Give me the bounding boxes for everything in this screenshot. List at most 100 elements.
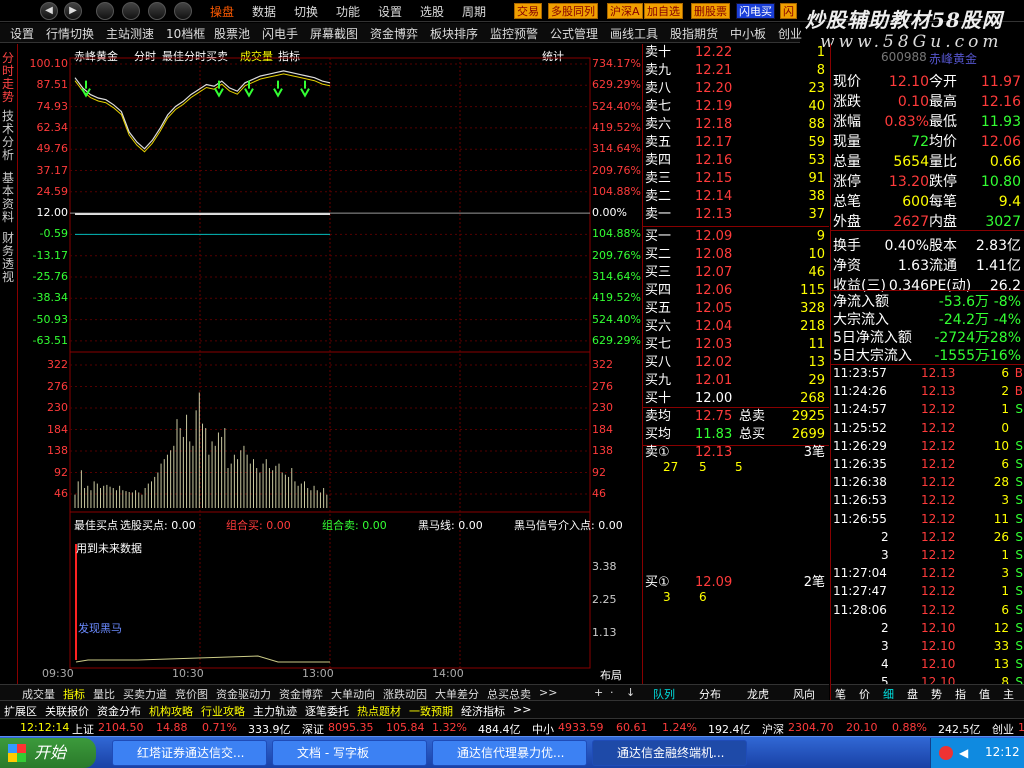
toolbar-sme-board[interactable]: 中小板	[730, 25, 766, 42]
toolbar-draw-tools[interactable]: 画线工具	[610, 25, 658, 42]
tick-volume: 6	[1001, 602, 1009, 617]
summary-label: 卖均	[645, 409, 672, 424]
quick-multi-button[interactable]: 多股同列	[548, 3, 598, 19]
sell-level-row: 卖六 12.18 88	[643, 116, 829, 134]
orderbook-volume: 38	[808, 189, 825, 204]
tick-price: 12.12	[921, 402, 956, 417]
task-wordpad[interactable]: 文档 - 写字板	[272, 740, 427, 766]
quick-hs-a-button[interactable]: 沪深A	[607, 3, 643, 19]
quote-value: 0.10	[897, 94, 929, 110]
menu-circle-1[interactable]	[96, 2, 114, 20]
price-tick-right: 0.00%	[592, 206, 627, 220]
back-icon[interactable]: ◀	[40, 2, 58, 20]
tick-price: 12.12	[921, 584, 956, 599]
price-tick-left: -25.76	[32, 270, 68, 283]
orderbook-volume: 29	[808, 373, 825, 388]
tab-plus[interactable]: +	[594, 686, 603, 699]
tab-intraday[interactable]: 分时走势	[2, 52, 16, 104]
tick-volume: 13	[993, 657, 1009, 672]
intraday-chart[interactable]: 赤峰黄金 分时 最佳分时买卖 成交量 指标 统计 用到未来数据 发现黑马 09:…	[18, 44, 642, 684]
quote-value: 3027	[985, 214, 1021, 230]
orderbook-price: 12.15	[695, 171, 733, 186]
index-value: 8095.35	[328, 721, 374, 734]
menu-shezhi[interactable]: 设置	[378, 3, 402, 20]
extension-tab[interactable]: 热点题材	[357, 703, 401, 719]
tick-volume: 26	[993, 529, 1009, 544]
task-label: 红塔证券通达信交...	[137, 746, 245, 760]
tick-row: 11:23:57 12.13 6 B	[831, 364, 1024, 382]
menu-gongneng[interactable]: 功能	[336, 3, 360, 20]
toolbar-settings[interactable]: 设置	[10, 25, 34, 42]
toolbar-alert[interactable]: 监控预警	[490, 25, 538, 42]
extension-tab[interactable]: 主力轨迹	[253, 703, 297, 719]
flow-pct: -16%	[984, 348, 1021, 364]
extension-tab[interactable]: 资金分布	[97, 703, 141, 719]
menu-shuju[interactable]: 数据	[252, 3, 276, 20]
price-tick-left: -38.34	[32, 291, 68, 305]
divider	[643, 226, 829, 227]
menu-circle-4[interactable]	[174, 2, 192, 20]
volume-tick-left: 46	[54, 487, 68, 500]
indicator-tab[interactable]: >>	[539, 686, 557, 699]
menu-qiehuan[interactable]: 切换	[294, 3, 318, 20]
extension-tab[interactable]: 行业攻略	[201, 703, 245, 719]
extension-tab[interactable]: 机构攻略	[149, 703, 193, 719]
tick-row: 11:26:53 12.12 3 S	[831, 491, 1024, 509]
toolbar-screenshot[interactable]: 屏幕截图	[310, 25, 358, 42]
toolbar-formula[interactable]: 公式管理	[550, 25, 598, 42]
tick-time: 11:23:57	[833, 366, 887, 380]
tab-dot[interactable]: ·	[610, 686, 614, 699]
summary-value: 11.83	[695, 427, 733, 442]
tick-side: S	[1015, 657, 1023, 672]
toolbar-fund-game[interactable]: 资金博弈	[370, 25, 418, 42]
task-tdx-terminal[interactable]: 通达信金融终端机...	[592, 740, 747, 766]
quick-trade-button[interactable]: 交易	[514, 3, 542, 19]
menu-circle-3[interactable]	[148, 2, 166, 20]
extension-tab[interactable]: 扩展区	[4, 703, 37, 719]
quick-add-favorite-button[interactable]: 加自选	[644, 3, 683, 19]
volume-icon[interactable]: ◀	[959, 746, 968, 760]
indicator-tabs: 成交量 指标 量比 买卖力道 竞价图 资金驱动力 资金博弈 大单动向 涨跌动因 大单差分 总买总卖 >…	[0, 684, 642, 701]
layout-button[interactable]: 布局	[600, 667, 622, 683]
tab-finance[interactable]: 财务透视	[2, 232, 16, 284]
quote-label: 最低	[929, 114, 957, 130]
quote-label: 流通	[929, 258, 957, 274]
quote-row: 现价 12.10 今开 11.97	[831, 72, 1024, 92]
toolbar-sector-sort[interactable]: 板块排序	[430, 25, 478, 42]
forward-icon[interactable]: ▶	[64, 2, 82, 20]
task-tdx-proxy[interactable]: 通达信代理暴力优...	[432, 740, 587, 766]
tick-time: 11:28:06	[833, 602, 887, 617]
start-button[interactable]: 开始	[0, 738, 96, 768]
toolbar-10-levels[interactable]: 10档框	[166, 25, 205, 42]
extension-tab[interactable]: >>	[513, 703, 531, 716]
extension-tab[interactable]: 关联报价	[45, 703, 89, 719]
extension-tab[interactable]: 一致预期	[409, 703, 453, 719]
toolbar-speed-test[interactable]: 主站测速	[106, 25, 154, 42]
toolbar-gem[interactable]: 创业	[778, 25, 802, 42]
tick-price: 12.12	[921, 548, 956, 562]
toolbar-index-futures[interactable]: 股指期货	[670, 25, 718, 42]
extension-tab[interactable]: 经济指标	[461, 703, 505, 719]
menu-circle-2[interactable]	[122, 2, 140, 20]
quote-label: 内盘	[929, 214, 957, 230]
quick-flash-buy-button[interactable]: 闪电买	[736, 3, 775, 19]
tray-app-icon[interactable]	[939, 746, 953, 760]
tab-technical[interactable]: 技术分析	[2, 110, 16, 162]
task-label: 通达信代理暴力优...	[457, 746, 565, 760]
volume-tick-left: 276	[47, 379, 68, 393]
task-redtower[interactable]: 红塔证券通达信交...	[112, 740, 267, 766]
quick-delete-button[interactable]: 删股票	[691, 3, 730, 19]
menu-xuangu[interactable]: 选股	[420, 3, 444, 20]
toolbar-flash-hand[interactable]: 闪电手	[262, 25, 298, 42]
orderbook-volume: 268	[800, 391, 825, 406]
orderbook-label: 买九	[645, 373, 672, 388]
menu-caopan[interactable]: 操盘	[210, 3, 234, 20]
quick-flash-button[interactable]: 闪	[780, 3, 797, 19]
tab-fundamentals[interactable]: 基本资料	[2, 172, 16, 224]
toolbar-stock-pool[interactable]: 股票池	[214, 25, 250, 42]
menu-zhouqi[interactable]: 周期	[462, 3, 486, 20]
tab-down[interactable]: ↓	[626, 686, 635, 699]
tick-time: 11:24:26	[833, 384, 887, 399]
toolbar-market-switch[interactable]: 行情切换	[46, 25, 94, 42]
extension-tab[interactable]: 逐笔委托	[305, 703, 349, 719]
